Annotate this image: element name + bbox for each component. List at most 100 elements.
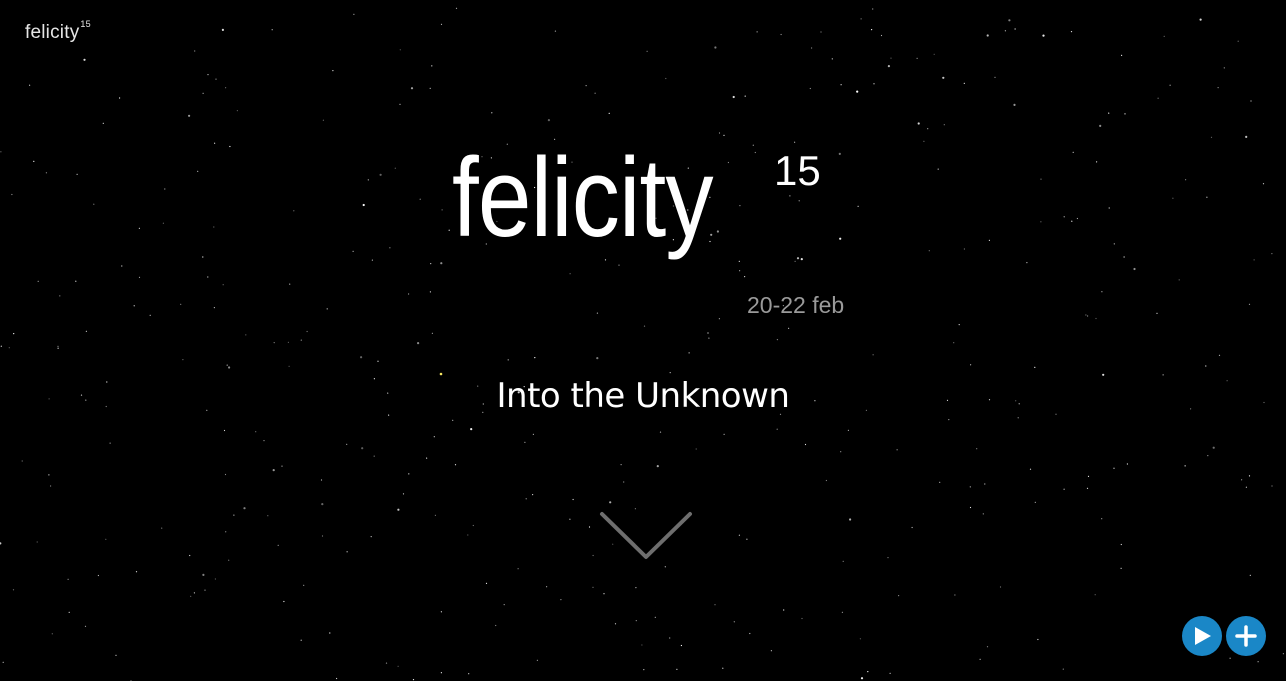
star	[841, 611, 844, 613]
star	[236, 110, 238, 112]
star	[370, 536, 372, 538]
star	[441, 209, 443, 211]
star	[202, 573, 205, 577]
star	[109, 442, 111, 444]
star	[1121, 54, 1123, 57]
star	[1120, 543, 1122, 546]
star	[429, 291, 431, 293]
star	[860, 18, 862, 20]
star	[214, 142, 216, 144]
star	[397, 508, 400, 511]
star	[923, 140, 925, 142]
star	[665, 77, 667, 80]
star	[659, 431, 662, 433]
star	[329, 632, 331, 634]
star	[969, 506, 972, 509]
star	[592, 554, 594, 557]
star	[1217, 87, 1219, 89]
star	[871, 29, 873, 31]
star	[635, 587, 637, 589]
star	[472, 524, 474, 527]
star	[194, 50, 196, 52]
star	[408, 473, 410, 475]
star	[283, 600, 285, 603]
star	[1123, 256, 1125, 258]
chevron-down-icon	[600, 512, 692, 559]
star	[439, 372, 443, 376]
star	[707, 332, 709, 334]
star	[83, 58, 86, 61]
star	[859, 638, 862, 640]
star	[281, 465, 283, 467]
star	[243, 507, 246, 510]
star	[943, 124, 945, 126]
star	[889, 672, 891, 675]
star	[898, 595, 900, 597]
star	[138, 276, 141, 278]
star	[2, 661, 4, 663]
star	[948, 419, 950, 421]
star	[1120, 567, 1122, 569]
star	[336, 677, 338, 680]
star	[847, 429, 850, 431]
star	[440, 611, 442, 613]
star	[346, 443, 348, 445]
star	[517, 568, 519, 570]
star	[190, 595, 192, 598]
star	[1095, 317, 1097, 320]
star	[1085, 314, 1087, 316]
star	[927, 128, 929, 130]
star	[738, 534, 741, 536]
star	[887, 557, 889, 559]
add-button[interactable]	[1226, 616, 1266, 656]
star	[0, 345, 2, 347]
star	[226, 364, 228, 366]
star	[572, 498, 574, 501]
star	[1008, 19, 1011, 22]
star	[1178, 279, 1180, 281]
star	[842, 560, 844, 563]
star	[410, 87, 414, 90]
star	[937, 168, 939, 170]
star	[202, 256, 204, 258]
star	[1096, 161, 1098, 163]
star	[1126, 463, 1128, 465]
star	[1157, 97, 1159, 99]
star	[588, 526, 591, 528]
star	[856, 90, 859, 93]
star	[1245, 486, 1247, 488]
star	[722, 667, 724, 669]
star	[188, 114, 191, 117]
star	[367, 179, 369, 181]
star	[801, 617, 803, 620]
star	[149, 314, 151, 316]
star	[609, 501, 612, 504]
star	[641, 644, 643, 646]
star	[594, 92, 596, 94]
hero-title-word: felicity	[452, 135, 714, 260]
star	[267, 515, 269, 517]
star	[872, 8, 874, 10]
star	[569, 518, 571, 520]
star	[1271, 253, 1273, 255]
scroll-down-button[interactable]	[598, 508, 694, 564]
site-logo[interactable]: felicity15	[25, 18, 91, 44]
star	[676, 668, 678, 671]
star	[1205, 365, 1207, 367]
star	[399, 49, 401, 51]
star	[1210, 136, 1213, 138]
star	[228, 559, 230, 561]
star	[1004, 30, 1007, 32]
star	[867, 671, 869, 673]
star	[440, 23, 443, 25]
star	[1185, 179, 1187, 181]
star	[592, 586, 594, 588]
site-logo-superscript: 15	[80, 18, 91, 29]
star	[1076, 217, 1078, 220]
play-button[interactable]	[1182, 616, 1222, 656]
star	[714, 604, 716, 606]
star	[1237, 40, 1239, 42]
star	[732, 95, 735, 99]
star	[207, 74, 209, 76]
star	[911, 526, 913, 529]
